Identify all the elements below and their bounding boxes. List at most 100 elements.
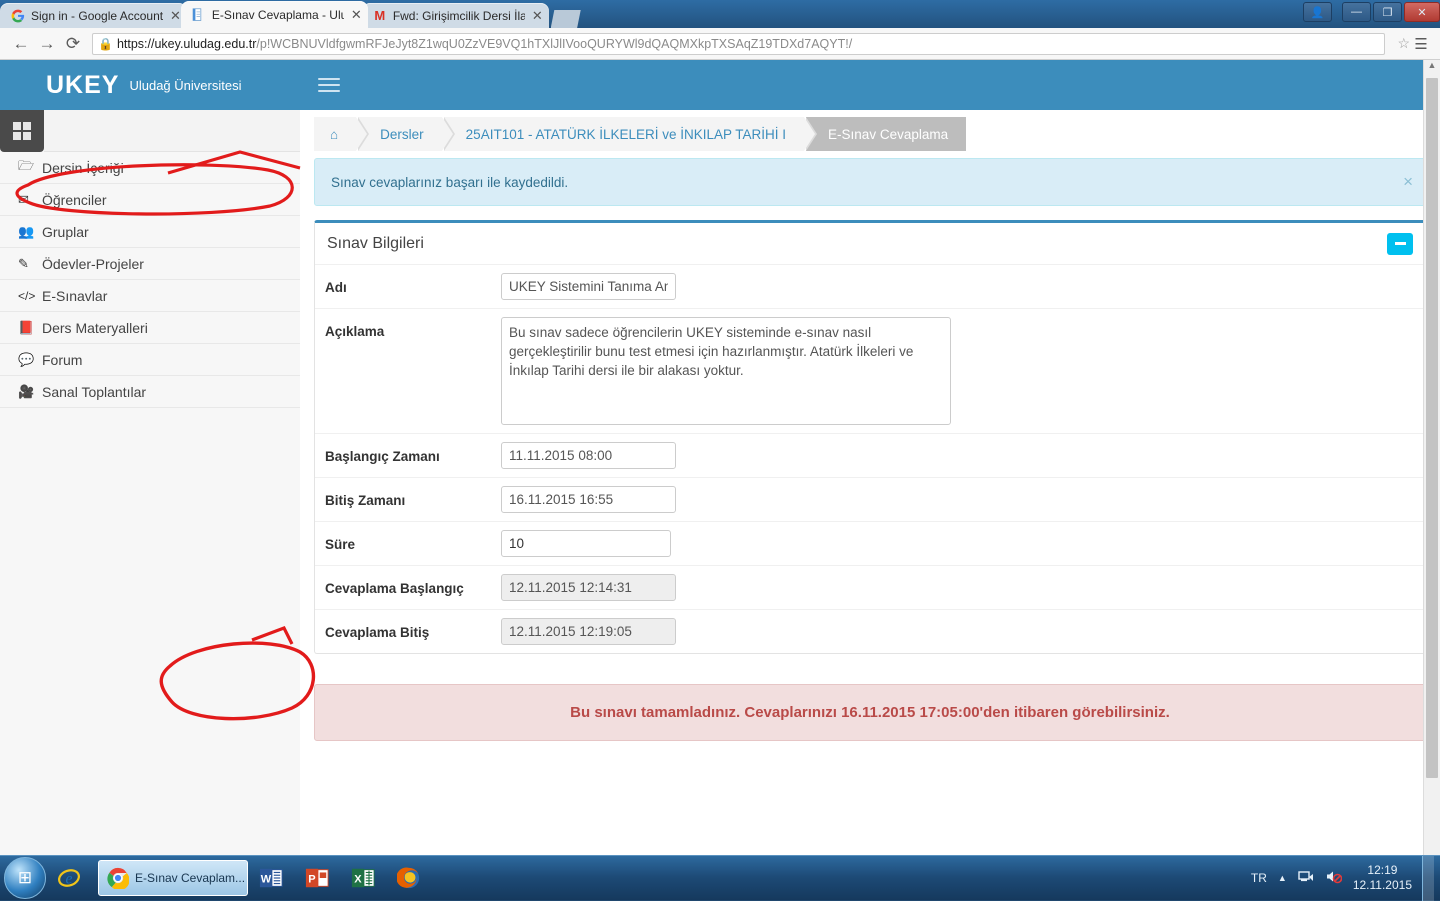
tray-language[interactable]: TR	[1251, 871, 1267, 885]
book-icon: 📕	[18, 320, 42, 336]
form-row-bitis-zamani: Bitiş Zamanı	[315, 478, 1425, 522]
page-viewport: UKEY Uludağ Üniversitesi 🗁	[0, 60, 1440, 855]
scrollbar-thumb[interactable]	[1426, 78, 1438, 778]
svg-text:W: W	[261, 874, 272, 886]
browser-tab-1[interactable]: E-Sınav Cevaplama - Ulud ✕	[181, 1, 368, 28]
show-desktop-button[interactable]	[1422, 856, 1434, 901]
completion-alert: Bu sınavı tamamladınız. Cevaplarınızı 16…	[314, 684, 1426, 741]
address-bar[interactable]: 🔒 https://ukey.uludag.edu.tr /p!WCBNUVld…	[92, 33, 1385, 55]
field-label: Cevaplama Başlangıç	[325, 574, 501, 596]
breadcrumb-dersler[interactable]: Dersler	[358, 117, 442, 151]
show-hidden-icons-icon[interactable]: ▲	[1278, 873, 1287, 883]
sidebar-item-forum[interactable]: 💬 Forum	[0, 344, 300, 376]
browser-tab-0[interactable]: Sign in - Google Accounts ✕	[0, 3, 187, 28]
collapse-panel-button[interactable]	[1387, 233, 1413, 255]
clock-time: 12:19	[1367, 863, 1397, 877]
restore-button[interactable]: ❐	[1373, 2, 1402, 22]
end-time-input[interactable]	[501, 486, 676, 513]
app-header: UKEY Uludağ Üniversitesi	[0, 60, 1440, 110]
exam-name-input[interactable]	[501, 273, 676, 300]
new-tab-button[interactable]	[551, 10, 581, 28]
breadcrumb-current: E-Sınav Cevaplama	[806, 117, 966, 151]
sidebar-item-odevler-projeler[interactable]: ✎ Ödevler-Projeler	[0, 248, 300, 280]
duration-input[interactable]	[501, 530, 671, 557]
breadcrumb-label: 25AIT101 - ATATÜRK İLKELERİ ve İNKILAP T…	[466, 127, 786, 142]
sidebar-item-label: Forum	[42, 352, 82, 368]
close-icon[interactable]: ×	[1403, 172, 1413, 192]
start-button[interactable]: ⊞	[4, 857, 46, 899]
browser-tab-2[interactable]: M Fwd: Girişimcilik Dersi İlan ✕	[362, 3, 549, 28]
sidebar-item-e-sinavlar[interactable]: </> E-Sınavlar	[0, 280, 300, 312]
tab-close-icon[interactable]: ✕	[351, 8, 362, 21]
network-icon[interactable]	[1298, 869, 1314, 887]
page-icon	[191, 7, 207, 23]
volume-muted-icon[interactable]	[1325, 869, 1342, 887]
svg-text:e: e	[66, 871, 73, 888]
close-button[interactable]: ✕	[1404, 2, 1440, 22]
home-icon: ⌂	[330, 127, 338, 142]
google-icon	[10, 8, 26, 24]
hamburger-menu-icon[interactable]	[318, 74, 340, 96]
form-row-cevaplama-bitis: Cevaplama Bitiş	[315, 610, 1425, 653]
breadcrumb-home[interactable]: ⌂	[314, 117, 356, 151]
reload-icon[interactable]: ⟳	[60, 34, 86, 54]
browser-tab-title: Sign in - Google Accounts	[31, 9, 163, 23]
browser-menu-icon[interactable]: ☰	[1410, 35, 1432, 53]
taskbar-powerpoint[interactable]: P	[300, 860, 340, 896]
powerpoint-icon: P	[305, 866, 329, 890]
firefox-icon	[397, 866, 421, 890]
svg-text:X: X	[354, 874, 362, 886]
taskbar-internet-explorer[interactable]: e	[52, 860, 92, 896]
forward-icon[interactable]: →	[34, 34, 60, 54]
url-path: /p!WCBNUVldfgwmRFJeJyt8Z1wqU0ZzVE9VQ1hTX…	[256, 37, 852, 51]
page-scrollbar[interactable]: ▲	[1423, 60, 1440, 855]
word-icon: W	[259, 866, 283, 890]
start-time-input[interactable]	[501, 442, 676, 469]
logo-subtitle: Uludağ Üniversitesi	[129, 78, 241, 93]
form-row-sure: Süre	[315, 522, 1425, 566]
bookmark-star-icon[interactable]: ☆	[1397, 35, 1410, 52]
minimize-button[interactable]: —	[1342, 2, 1371, 22]
sidebar-grid-tab[interactable]	[0, 110, 44, 152]
form-row-cevaplama-baslangic: Cevaplama Başlangıç	[315, 566, 1425, 610]
success-alert: Sınav cevaplarınız başarı ile kaydedildi…	[314, 158, 1426, 206]
field-label: Cevaplama Bitiş	[325, 618, 501, 640]
taskbar-window-label: E-Sınav Cevaplam...	[135, 871, 245, 885]
tab-close-icon[interactable]: ✕	[532, 9, 543, 22]
clock[interactable]: 12:19 12.11.2015	[1353, 863, 1412, 893]
sidebar-tab-header	[0, 110, 300, 152]
field-label: Adı	[325, 273, 501, 295]
form-row-baslangic-zamani: Başlangıç Zamanı	[315, 434, 1425, 478]
sidebar-item-ders-materyalleri[interactable]: 📕 Ders Materyalleri	[0, 312, 300, 344]
app-logo[interactable]: UKEY Uludağ Üniversitesi	[0, 60, 300, 110]
sidebar-item-label: E-Sınavlar	[42, 288, 107, 304]
sidebar-tab-filler	[44, 110, 300, 152]
code-icon: </>	[18, 289, 42, 303]
taskbar-active-window[interactable]: E-Sınav Cevaplam...	[98, 860, 248, 896]
taskbar-firefox[interactable]	[392, 860, 432, 896]
sidebar-item-label: Sanal Toplantılar	[42, 384, 146, 400]
window-controls: 👤 — ❐ ✕	[1301, 0, 1440, 28]
browser-toolbar: ← → ⟳ 🔒 https://ukey.uludag.edu.tr /p!WC…	[0, 28, 1440, 60]
form-row-aciklama: Açıklama	[315, 309, 1425, 434]
sidebar-item-label: Ödevler-Projeler	[42, 256, 144, 272]
breadcrumb-course[interactable]: 25AIT101 - ATATÜRK İLKELERİ ve İNKILAP T…	[444, 117, 804, 151]
sidebar-item-ogrenciler[interactable]: ✉ Öğrenciler	[0, 184, 300, 216]
windows-logo-icon: ⊞	[18, 868, 32, 888]
app-body: 🗁 Dersin İçeriği ✉ Öğrenciler 👥 Gruplar …	[0, 110, 1440, 855]
back-icon[interactable]: ←	[8, 34, 34, 54]
success-alert-text: Sınav cevaplarınız başarı ile kaydedildi…	[331, 175, 568, 190]
user-profile-icon[interactable]: 👤	[1303, 2, 1332, 22]
tab-close-icon[interactable]: ✕	[170, 9, 181, 22]
taskbar-excel[interactable]: X	[346, 860, 386, 896]
exam-description-textarea[interactable]	[501, 317, 951, 425]
sidebar-item-gruplar[interactable]: 👥 Gruplar	[0, 216, 300, 248]
excel-icon: X	[351, 866, 375, 890]
sidebar-item-label: Ders Materyalleri	[42, 320, 148, 336]
video-icon: 🎥	[18, 384, 42, 400]
sidebar-item-dersin-icerigi[interactable]: 🗁 Dersin İçeriği	[0, 152, 300, 184]
sidebar-item-sanal-toplantilar[interactable]: 🎥 Sanal Toplantılar	[0, 376, 300, 408]
scroll-up-icon[interactable]: ▲	[1424, 60, 1440, 70]
taskbar-word[interactable]: W	[254, 860, 294, 896]
logo-text: UKEY	[46, 71, 119, 100]
